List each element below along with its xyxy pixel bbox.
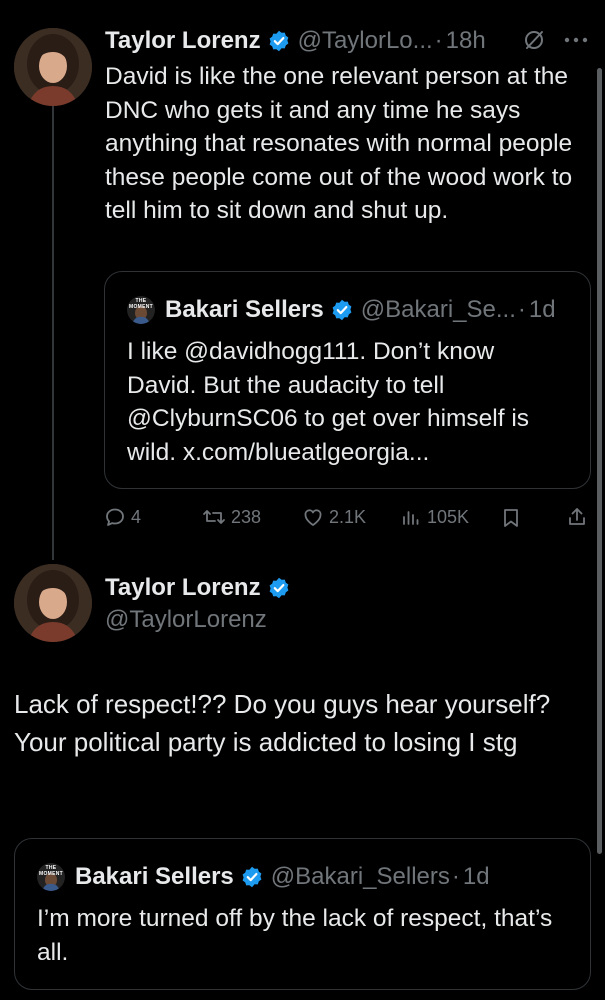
verified-badge-icon	[268, 30, 290, 52]
views-button[interactable]: 105K	[400, 506, 469, 528]
separator-dot: ·	[451, 863, 460, 890]
tweet-action-bar: 4 238 2.1K 105K	[104, 504, 594, 532]
quote-time: 1d	[528, 296, 556, 323]
thread-line	[52, 106, 54, 560]
bookmark-icon[interactable]	[500, 507, 522, 534]
separator-dot: ·	[517, 296, 526, 323]
quote-author-avatar: THE MOMENT	[127, 296, 155, 324]
repost-icon	[202, 506, 226, 528]
verified-badge-icon	[241, 866, 263, 888]
tweet-text: Lack of respect!?? Do you guys hear your…	[14, 689, 551, 757]
analytics-icon	[400, 506, 422, 528]
quote-author-avatar: THE MOMENT	[37, 863, 65, 891]
quote-text: I’m more turned off by the lack of respe…	[37, 905, 553, 966]
tweet-header: Taylor Lorenz @TaylorLo... · 18h	[105, 26, 585, 56]
like-count: 2.1K	[329, 506, 367, 527]
quote-logo-text: THE MOMENT	[38, 865, 64, 877]
quote-text: I like @davidhogg111. Don’t know David. …	[127, 338, 530, 466]
author-handle[interactable]: @TaylorLorenz	[105, 606, 267, 634]
author-name[interactable]: Taylor Lorenz	[105, 574, 261, 602]
quoted-tweet-card[interactable]: THE MOMENT Bakari Sellers @Bakari_Seller…	[14, 838, 591, 990]
tweet-header: Taylor Lorenz	[105, 573, 290, 603]
verified-badge-icon	[268, 577, 290, 599]
more-options-icon[interactable]	[562, 28, 590, 57]
reply-button[interactable]: 4	[104, 506, 141, 528]
reply-icon	[104, 506, 126, 528]
repost-count: 238	[231, 506, 262, 527]
quote-logo-text: THE MOMENT	[128, 298, 154, 310]
quote-author-handle: @Bakari_Sellers	[270, 863, 450, 890]
views-count: 105K	[427, 506, 470, 527]
avatar[interactable]	[14, 564, 92, 642]
quote-author-handle: @Bakari_Se...	[360, 296, 516, 323]
avatar-photo	[14, 28, 92, 106]
avatar-photo	[14, 564, 92, 642]
reply-count: 4	[131, 506, 142, 527]
author-name[interactable]: Taylor Lorenz	[105, 27, 261, 55]
tweet-time[interactable]: 18h	[446, 27, 486, 55]
quote-header: Bakari Sellers @Bakari_Se... · 1d	[165, 295, 585, 325]
avatar[interactable]	[14, 28, 92, 106]
like-button[interactable]: 2.1K	[302, 506, 366, 528]
quote-time: 1d	[462, 863, 490, 890]
quote-author-name: Bakari Sellers	[75, 863, 234, 890]
tweet-text: David is like the one relevant person at…	[105, 63, 573, 224]
share-icon[interactable]	[566, 506, 588, 533]
scrollbar[interactable]	[597, 68, 602, 854]
quote-author-name: Bakari Sellers	[165, 296, 324, 323]
heart-icon	[302, 506, 324, 528]
quoted-tweet-card[interactable]: THE MOMENT Bakari Sellers @Bakari_Se... …	[104, 271, 591, 489]
author-handle[interactable]: @TaylorLo...	[298, 27, 433, 55]
quote-header: Bakari Sellers @Bakari_Sellers · 1d	[75, 862, 585, 892]
grok-icon[interactable]	[522, 28, 546, 57]
separator-dot: ·	[434, 27, 443, 54]
repost-button[interactable]: 238	[202, 506, 261, 528]
verified-badge-icon	[331, 299, 353, 321]
